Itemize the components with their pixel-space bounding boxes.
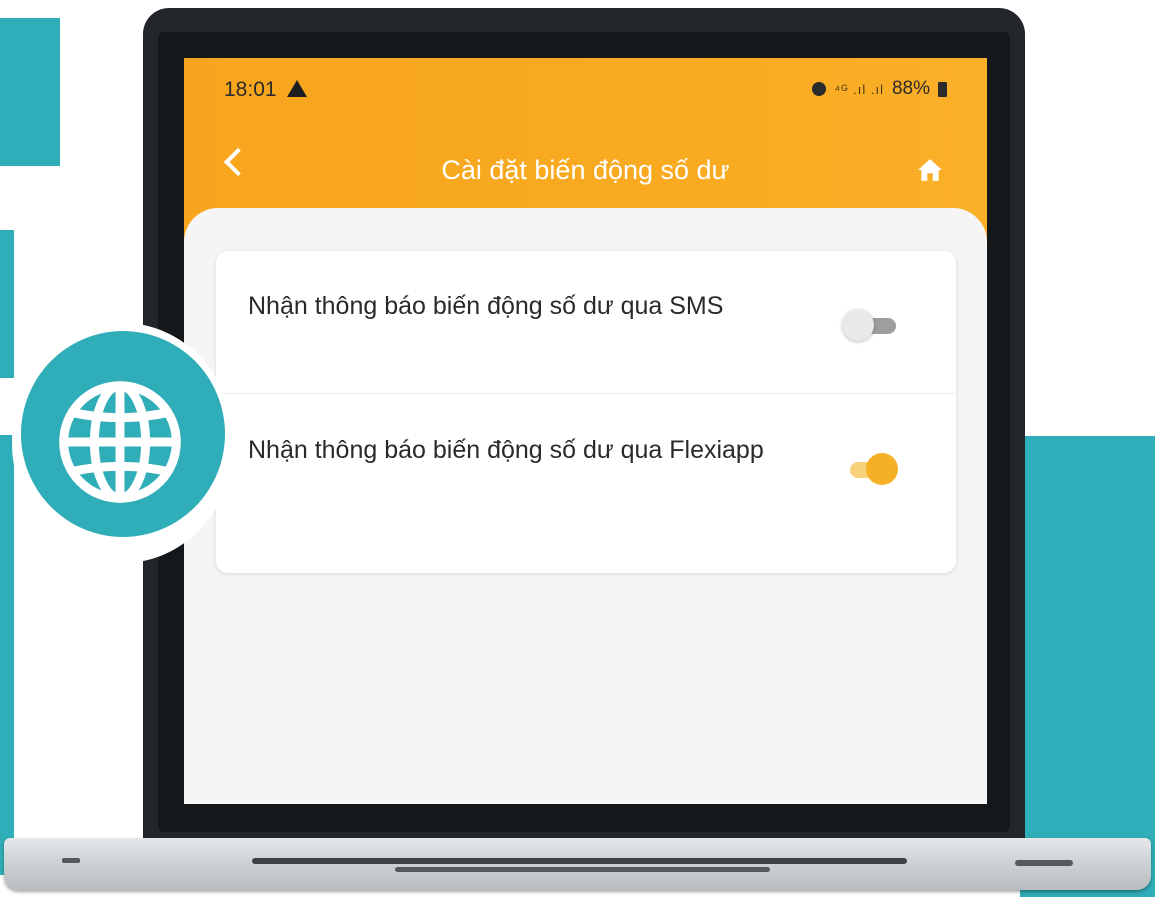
battery-percent: 88% — [891, 78, 930, 99]
page-title: Cài đặt biến động số dư — [441, 155, 730, 185]
laptop-indicator — [62, 858, 80, 863]
status-time: 18:01 — [224, 78, 277, 101]
settings-card: Nhận thông báo biến động số dư qua SMS N… — [216, 251, 956, 573]
signal-icon: ⁴ᴳ .ıl .ıl — [834, 81, 884, 97]
flexiapp-toggle[interactable] — [838, 451, 902, 485]
phone-screen: 18:01 ⁴ᴳ .ıl .ıl 88% Cài đặt biến động s… — [184, 58, 987, 804]
toggle-knob — [866, 453, 898, 485]
home-icon[interactable] — [917, 158, 943, 182]
battery-icon — [938, 81, 947, 97]
globe-icon — [59, 381, 181, 503]
sms-toggle[interactable] — [838, 307, 902, 341]
setting-label-flexiapp: Nhận thông báo biến động số dư qua Flexi… — [248, 436, 764, 464]
status-indicators: ⁴ᴳ .ıl .ıl 88% — [812, 78, 947, 100]
laptop-hinge-shadow — [395, 867, 770, 872]
warning-icon — [287, 80, 307, 97]
divider — [216, 393, 956, 394]
laptop-hinge — [252, 858, 907, 864]
alarm-icon — [812, 82, 827, 96]
setting-row-flexiapp: Nhận thông báo biến động số dư qua Flexi… — [216, 395, 956, 537]
decor-teal-block — [0, 435, 14, 875]
laptop-indicator — [1015, 860, 1073, 866]
setting-label-sms: Nhận thông báo biến động số dư qua SMS — [248, 292, 724, 320]
setting-row-sms: Nhận thông báo biến động số dư qua SMS — [216, 251, 956, 393]
decor-teal-block — [1020, 436, 1155, 897]
laptop-base — [4, 838, 1151, 890]
toggle-knob — [842, 309, 874, 341]
decor-teal-block — [0, 18, 60, 166]
decor-teal-block — [0, 230, 14, 378]
